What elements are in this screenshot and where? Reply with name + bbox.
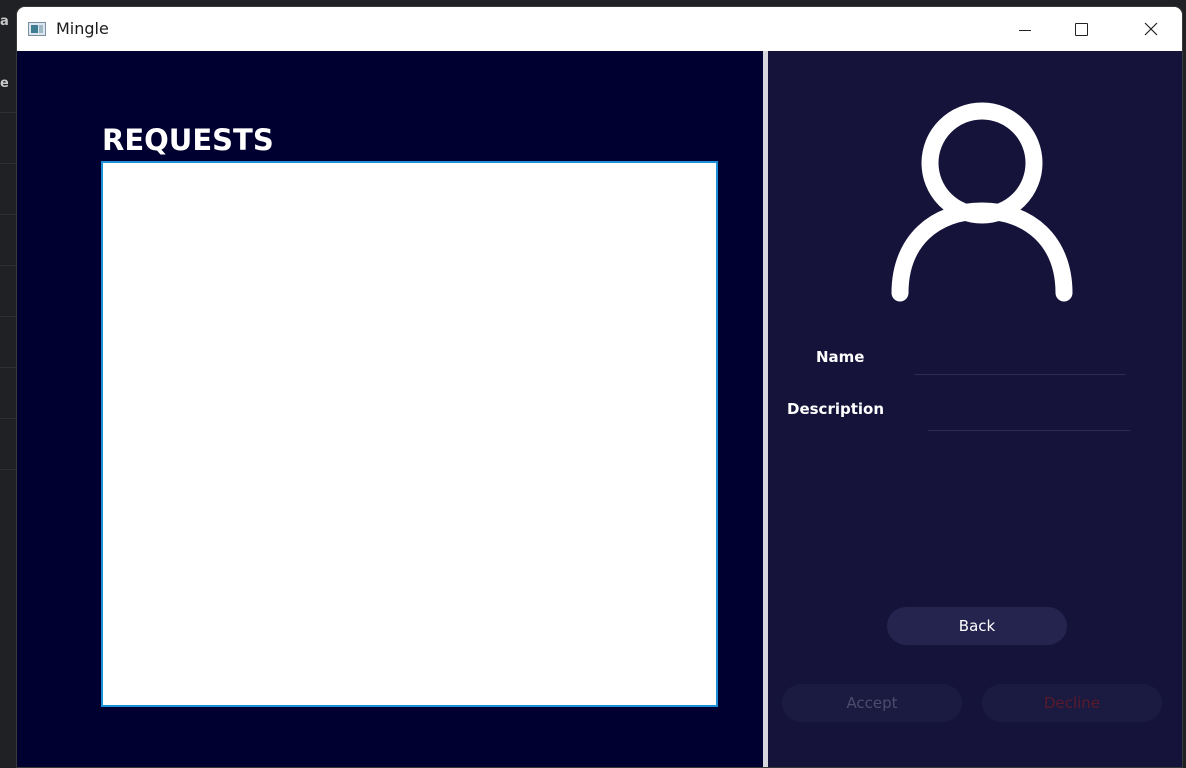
maximize-button[interactable] — [1058, 7, 1104, 51]
background-divider — [0, 163, 18, 164]
background-divider — [0, 367, 18, 368]
decline-button-label: Decline — [1043, 694, 1101, 712]
background-divider — [0, 469, 18, 470]
decline-button[interactable]: Decline — [982, 684, 1162, 722]
background-divider — [0, 112, 18, 113]
background-divider — [0, 418, 18, 419]
back-button[interactable]: Back — [887, 607, 1067, 645]
accept-button-label: Accept — [846, 694, 898, 712]
background-divider — [0, 265, 18, 266]
requests-panel: REQUESTS — [17, 51, 762, 767]
background-window-fragment: a — [0, 14, 8, 29]
back-button-label: Back — [958, 617, 996, 635]
requests-heading: REQUESTS — [102, 123, 274, 157]
accept-button[interactable]: Accept — [782, 684, 962, 722]
app-window: Mingle REQUESTS Name Description Back Ac… — [17, 7, 1182, 767]
title-bar[interactable]: Mingle — [17, 7, 1182, 51]
app-content: REQUESTS Name Description Back Accept De… — [17, 51, 1182, 767]
name-label: Name — [816, 348, 865, 366]
minimize-icon — [1019, 29, 1031, 31]
name-field-underline — [914, 374, 1126, 375]
background-divider — [0, 214, 18, 215]
requests-list[interactable] — [101, 161, 718, 707]
description-field-underline — [928, 430, 1130, 431]
user-avatar-icon — [891, 102, 1073, 302]
close-icon — [1144, 22, 1158, 36]
background-divider — [0, 316, 18, 317]
maximize-icon — [1074, 22, 1088, 36]
description-label: Description — [787, 400, 885, 418]
minimize-button[interactable] — [1002, 7, 1048, 51]
profile-panel: Name Description Back Accept Decline — [768, 51, 1182, 767]
close-button[interactable] — [1128, 7, 1174, 51]
window-title: Mingle — [56, 19, 109, 38]
app-window-icon — [28, 22, 46, 36]
background-window-fragment: ef — [0, 76, 8, 91]
